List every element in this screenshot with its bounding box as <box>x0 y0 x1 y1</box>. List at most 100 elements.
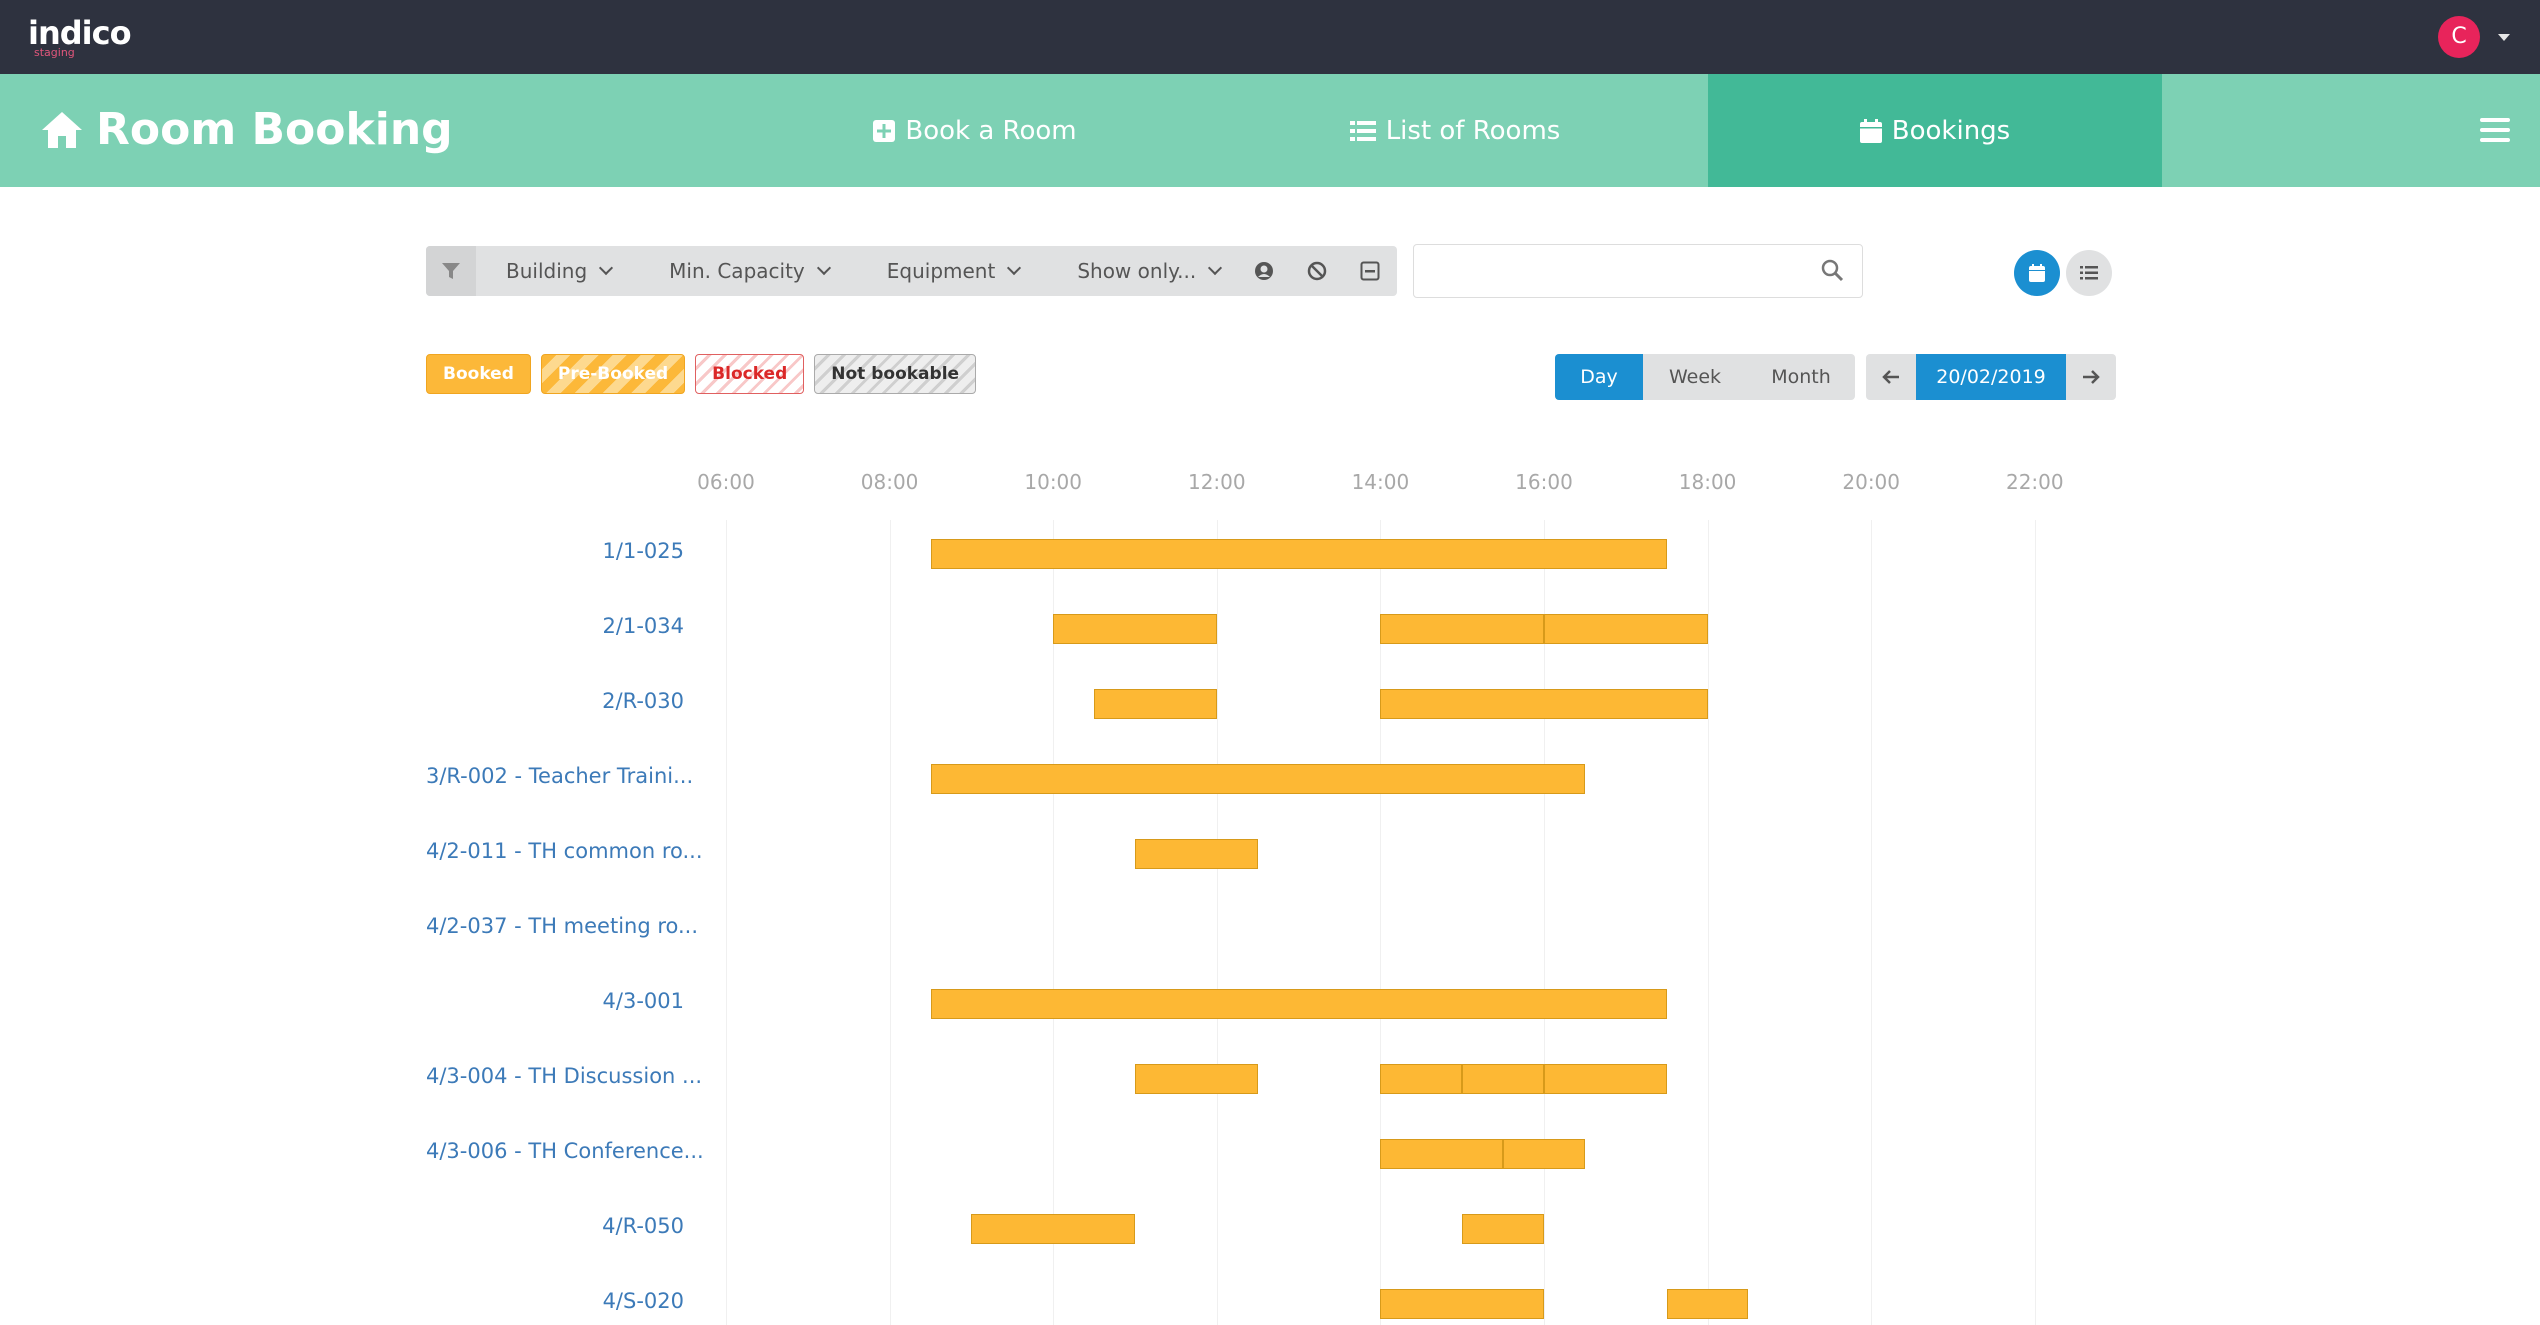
room-search-input[interactable] <box>1424 245 1808 295</box>
booking-bar[interactable] <box>1135 1064 1258 1094</box>
chevron-down-icon <box>599 260 614 276</box>
booking-bar[interactable] <box>1462 1214 1544 1244</box>
user-menu-caret-icon[interactable] <box>2498 34 2510 41</box>
list-icon <box>1349 120 1376 141</box>
calendar-view-toggle[interactable] <box>2014 250 2060 296</box>
booking-bar[interactable] <box>1544 614 1708 644</box>
previous-date-button[interactable] <box>1866 354 1916 400</box>
hour-label: 12:00 <box>1187 470 1246 494</box>
booking-bar[interactable] <box>1503 1139 1585 1169</box>
room-name-link[interactable]: 2/1-034 <box>603 614 684 638</box>
booking-bar[interactable] <box>1380 614 1544 644</box>
mode-day-button[interactable]: Day <box>1555 354 1643 400</box>
ban-icon[interactable] <box>1307 261 1327 281</box>
show-only-filter-label: Show only... <box>1077 259 1197 283</box>
booking-bar[interactable] <box>930 989 1667 1019</box>
booking-bar[interactable] <box>930 764 1585 794</box>
booking-bar[interactable] <box>1135 839 1258 869</box>
building-filter-label: Building <box>506 259 588 283</box>
chevron-down-icon <box>1208 260 1223 276</box>
hour-gridline <box>1707 520 1709 1325</box>
legend-not-bookable[interactable]: Not bookable <box>814 354 977 394</box>
room-name-link[interactable]: 1/1-025 <box>603 539 684 563</box>
calendar-icon <box>2029 264 2045 282</box>
room-name-link[interactable]: 4/2-011 - TH common ro... <box>426 839 703 863</box>
hour-gridline <box>726 520 727 1325</box>
legend-blocked[interactable]: Blocked <box>695 354 805 394</box>
list-icon <box>2080 266 2098 280</box>
show-only-filter-dropdown[interactable]: Show only... <box>1047 246 1248 296</box>
next-date-button[interactable] <box>2066 354 2116 400</box>
nav-bookings[interactable]: Bookings <box>1708 74 2162 187</box>
user-circle-icon[interactable] <box>1254 261 1274 281</box>
logo-subtitle: staging <box>34 46 75 59</box>
room-booking-home-link[interactable]: Room Booking <box>40 104 453 155</box>
room-name-link[interactable]: 4/3-001 <box>603 989 684 1013</box>
room-name-link[interactable]: 4/R-050 <box>602 1214 684 1238</box>
min-capacity-filter-dropdown[interactable]: Min. Capacity <box>639 246 857 296</box>
room-name-link[interactable]: 3/R-002 - Teacher Traini... <box>426 764 693 788</box>
hour-gridline <box>1871 520 1873 1325</box>
chevron-down-icon <box>1007 260 1022 276</box>
room-booking-navbar: Room Booking Book a Room List of Rooms B… <box>0 74 2540 187</box>
legend-pre-booked[interactable]: Pre-Booked <box>540 354 686 394</box>
booking-bar[interactable] <box>1380 689 1708 719</box>
mode-month-button[interactable]: Month <box>1747 354 1855 400</box>
building-filter-dropdown[interactable]: Building <box>476 246 639 296</box>
booking-bar[interactable] <box>1462 1064 1544 1094</box>
booking-bar[interactable] <box>1544 1064 1667 1094</box>
arrow-right-icon <box>2083 370 2100 384</box>
day-timeline: 06:00 08:00 10:00 12:00 14:00 16:00 18:00 20:00… <box>0 460 2540 1325</box>
list-view-toggle[interactable] <box>2066 250 2112 296</box>
search-icon[interactable] <box>1820 258 1844 282</box>
hour-label: 14:00 <box>1351 470 1410 494</box>
hour-label: 22:00 <box>2005 470 2064 494</box>
room-name-link[interactable]: 4/2-037 - TH meeting ro... <box>426 914 698 938</box>
booking-legend: Booked Pre-Booked Blocked Not bookable <box>426 354 977 394</box>
hamburger-menu-icon[interactable] <box>2480 118 2510 148</box>
room-name-link[interactable]: 4/S-020 <box>603 1289 684 1313</box>
booking-filter-toggles <box>1237 246 1397 296</box>
chevron-down-icon <box>816 260 831 276</box>
equipment-filter-label: Equipment <box>886 259 996 283</box>
date-picker-button[interactable]: 20/02/2019 <box>1916 354 2066 400</box>
minus-square-icon[interactable] <box>1360 261 1380 281</box>
filter-bar: Building Min. Capacity Equipment Show on… <box>426 246 1249 296</box>
booking-bar[interactable] <box>1053 614 1217 644</box>
nav-list-of-rooms[interactable]: List of Rooms <box>1300 74 1610 187</box>
user-avatar[interactable]: C <box>2438 16 2480 58</box>
hour-gridline <box>1216 520 1218 1325</box>
room-search-box <box>1413 244 1863 298</box>
booking-bar[interactable] <box>971 1214 1135 1244</box>
legend-booked[interactable]: Booked <box>426 354 531 394</box>
booking-bar[interactable] <box>930 539 1667 569</box>
mode-week-button[interactable]: Week <box>1643 354 1747 400</box>
room-name-link[interactable]: 4/3-004 - TH Discussion ... <box>426 1064 702 1088</box>
plus-square-icon <box>873 119 896 142</box>
view-mode-selector: Day Week Month <box>1555 354 1855 400</box>
booking-bar[interactable] <box>1380 1139 1504 1169</box>
hour-label: 08:00 <box>860 470 919 494</box>
home-icon <box>42 111 82 148</box>
booking-bar[interactable] <box>1380 1289 1544 1319</box>
calendar-icon <box>1859 118 1882 143</box>
booking-bar[interactable] <box>1666 1289 1749 1319</box>
page-title: Room Booking <box>96 104 453 155</box>
min-capacity-filter-label: Min. Capacity <box>669 259 805 283</box>
hour-label: 20:00 <box>1842 470 1901 494</box>
hour-label: 06:00 <box>697 470 755 494</box>
nav-bookings-label: Bookings <box>1891 115 2011 146</box>
room-name-link[interactable]: 2/R-030 <box>602 689 684 713</box>
hour-gridline <box>889 520 891 1325</box>
booking-bar[interactable] <box>1094 689 1217 719</box>
filter-icon <box>426 246 476 296</box>
nav-book-a-room[interactable]: Book a Room <box>820 74 1130 187</box>
arrow-left-icon <box>1882 370 1899 384</box>
booking-bar[interactable] <box>1380 1064 1463 1094</box>
hour-gridline <box>2034 520 2036 1325</box>
nav-book-a-room-label: Book a Room <box>905 115 1077 146</box>
indico-logo[interactable]: indico staging <box>28 14 132 59</box>
hour-label: 18:00 <box>1678 470 1737 494</box>
room-name-link[interactable]: 4/3-006 - TH Conference... <box>426 1139 704 1163</box>
equipment-filter-dropdown[interactable]: Equipment <box>857 246 1048 296</box>
